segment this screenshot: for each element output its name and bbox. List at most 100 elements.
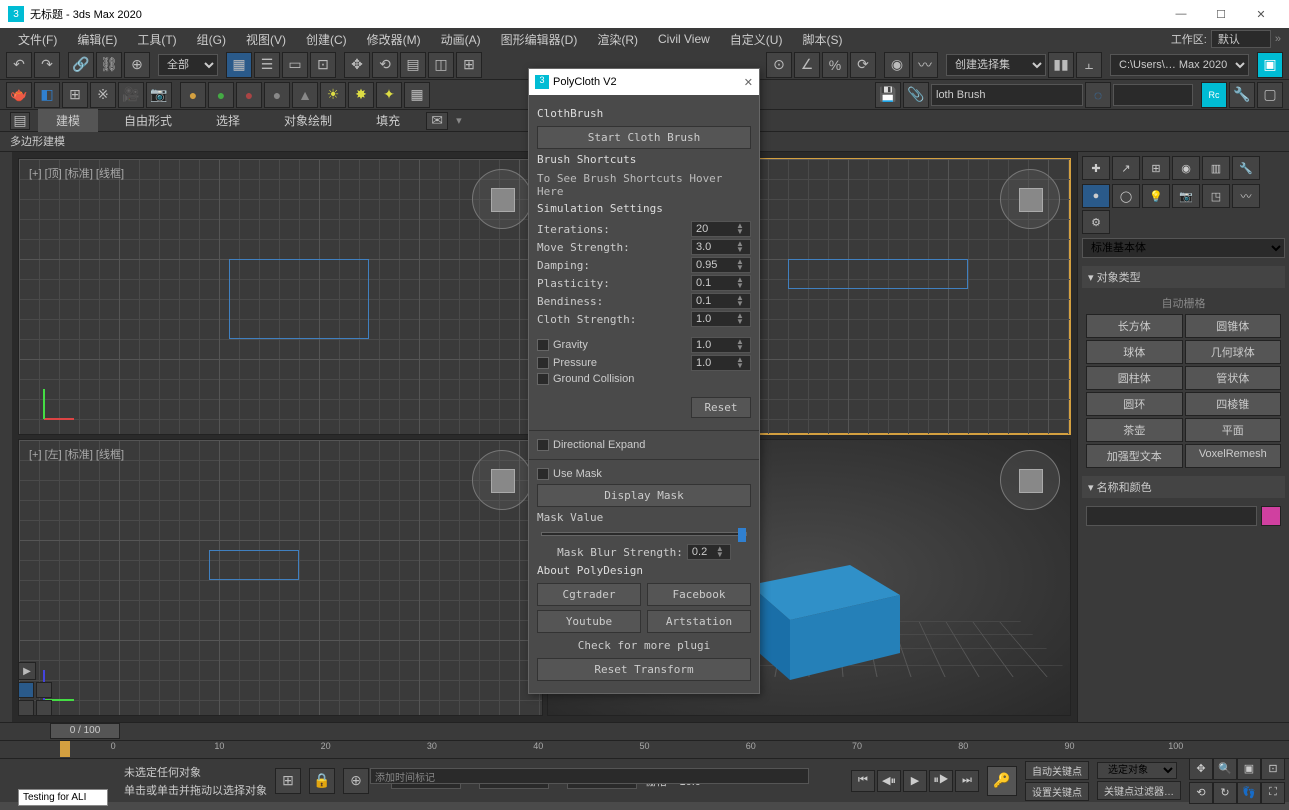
check-spinner-0[interactable]: 1.0▲▼: [691, 337, 751, 353]
link-cgtrader[interactable]: Cgtrader: [537, 583, 641, 606]
select-name-button[interactable]: ☰: [254, 52, 280, 78]
key-target-dropdown[interactable]: 选定对象: [1097, 762, 1177, 779]
play-strip-icon[interactable]: ▶: [18, 662, 36, 680]
cmd-tab-modify[interactable]: ↗: [1112, 156, 1140, 180]
nav-pan-button[interactable]: ✥: [1189, 758, 1213, 780]
cone-icon[interactable]: ▲: [292, 82, 318, 108]
selection-set-dropdown[interactable]: 创建选择集: [946, 54, 1046, 76]
vp-layout-4[interactable]: [36, 700, 52, 716]
camera-icon[interactable]: 🎥: [118, 82, 144, 108]
undo-button[interactable]: ↶: [6, 52, 32, 78]
cat-lights[interactable]: 💡: [1142, 184, 1170, 208]
render-button[interactable]: ▦: [404, 82, 430, 108]
viewport-left-label[interactable]: [+] [左] [标准] [线框]: [29, 446, 124, 462]
menu-render[interactable]: 渲染(R): [587, 31, 648, 48]
param-spinner-3[interactable]: 0.1▲▼: [691, 275, 751, 291]
nav-zoom-all-button[interactable]: ⊡: [1261, 758, 1285, 780]
check-more-link[interactable]: Check for more plugi: [537, 639, 751, 652]
play-button[interactable]: ▶: [903, 770, 927, 792]
cat-systems[interactable]: ⚙: [1082, 210, 1110, 234]
curve-editor-button[interactable]: 〰: [912, 52, 938, 78]
minimize-button[interactable]: —: [1161, 0, 1201, 28]
tab-freeform[interactable]: 自由形式: [106, 109, 190, 132]
lock-icon[interactable]: ⊞: [275, 768, 301, 794]
tab-paint[interactable]: 对象绘制: [266, 109, 350, 132]
align-button[interactable]: ⫠: [1076, 52, 1102, 78]
param-spinner-0[interactable]: 20▲▼: [691, 221, 751, 237]
param-spinner-4[interactable]: 0.1▲▼: [691, 293, 751, 309]
maximize-button[interactable]: ☐: [1201, 0, 1241, 28]
reset-transform-button[interactable]: Reset Transform: [537, 658, 751, 681]
obj-box[interactable]: 长方体: [1086, 314, 1183, 338]
check-spinner-1[interactable]: 1.0▲▼: [691, 355, 751, 371]
wrench-icon[interactable]: 🔧: [1229, 82, 1255, 108]
bind-button[interactable]: ⊕: [124, 52, 150, 78]
menu-graph[interactable]: 图形编辑器(D): [491, 31, 588, 48]
cat-shapes[interactable]: ◯: [1112, 184, 1140, 208]
vp-layout-1[interactable]: [18, 682, 34, 698]
percent-snap-button[interactable]: %: [822, 52, 848, 78]
menu-group[interactable]: 组(G): [187, 31, 236, 48]
prev-frame-button[interactable]: ◀⏸: [877, 770, 901, 792]
rollout-object-type[interactable]: ▾ 对象类型: [1082, 266, 1285, 288]
param-spinner-1[interactable]: 3.0▲▼: [691, 239, 751, 255]
obj-cylinder[interactable]: 圆柱体: [1086, 366, 1183, 390]
light-icon[interactable]: ☀: [320, 82, 346, 108]
link-youtube[interactable]: Youtube: [537, 610, 641, 633]
check-0[interactable]: Gravity: [537, 339, 687, 351]
maxscript-listener[interactable]: [18, 789, 108, 806]
angle-snap-button[interactable]: ∠: [794, 52, 820, 78]
close-button[interactable]: ✕: [1241, 0, 1281, 28]
directional-expand-checkbox[interactable]: Directional Expand: [537, 439, 751, 451]
obj-cone[interactable]: 圆锥体: [1185, 314, 1282, 338]
scale-button[interactable]: ▤: [400, 52, 426, 78]
workspace-dropdown[interactable]: 默认: [1211, 30, 1271, 48]
mask-blur-spinner[interactable]: 0.2▲▼: [687, 544, 731, 560]
rotate-button[interactable]: ⟲: [372, 52, 398, 78]
snapshot-button[interactable]: 📷: [146, 82, 172, 108]
nav-maximize-button[interactable]: ⛶: [1261, 782, 1285, 804]
teapot-icon[interactable]: 🫖: [6, 82, 32, 108]
sphere-red-icon[interactable]: ●: [236, 82, 262, 108]
spinner-icon[interactable]: ◌: [1085, 82, 1111, 108]
link-facebook[interactable]: Facebook: [647, 583, 751, 606]
viewport-top[interactable]: [+] [顶] [标准] [线框]: [18, 158, 543, 435]
ground-collision-checkbox[interactable]: Ground Collision: [537, 373, 751, 385]
mask-value-slider[interactable]: [541, 532, 747, 536]
menu-file[interactable]: 文件(F): [8, 31, 67, 48]
material-editor-button[interactable]: ◉: [884, 52, 910, 78]
tab-selection[interactable]: 选择: [198, 109, 258, 132]
obj-sphere[interactable]: 球体: [1086, 340, 1183, 364]
sphere-green-icon[interactable]: ●: [208, 82, 234, 108]
start-cloth-brush-button[interactable]: Start Cloth Brush: [537, 126, 751, 149]
cat-cameras[interactable]: 📷: [1172, 184, 1200, 208]
reset-button[interactable]: Reset: [691, 397, 751, 418]
use-mask-checkbox[interactable]: Use Mask: [537, 468, 751, 480]
link-artstation[interactable]: Artstation: [647, 610, 751, 633]
object-color-swatch[interactable]: [1261, 506, 1281, 526]
time-slider-bar[interactable]: 0 / 100: [0, 722, 1289, 740]
xform-type-icon[interactable]: ⊕: [343, 768, 369, 794]
viewcube-persp[interactable]: [1000, 450, 1060, 510]
snap-button[interactable]: ⊙: [766, 52, 792, 78]
param-spinner-5[interactable]: 1.0▲▼: [691, 311, 751, 327]
cat-spacewarps[interactable]: 〰: [1232, 184, 1260, 208]
key-mode-button[interactable]: 🔑: [987, 766, 1017, 796]
toolbar-search-input[interactable]: [931, 84, 1083, 106]
ribbon-toggle-button[interactable]: ▤: [10, 112, 30, 130]
link-button[interactable]: 🔗: [68, 52, 94, 78]
cat-geometry[interactable]: ●: [1082, 184, 1110, 208]
obj-torus[interactable]: 圆环: [1086, 392, 1183, 416]
check-1[interactable]: Pressure: [537, 357, 687, 369]
obj-plane[interactable]: 平面: [1185, 418, 1282, 442]
obj-voxelremesh[interactable]: VoxelRemesh: [1185, 444, 1282, 468]
unlink-button[interactable]: ⛓: [96, 52, 122, 78]
dialog-titlebar[interactable]: 3 PolyCloth V2 ✕: [529, 69, 759, 95]
filter-dropdown[interactable]: 全部: [158, 54, 218, 76]
max-tool-button[interactable]: ▣: [1257, 52, 1283, 78]
cmd-tab-hierarchy[interactable]: ⊞: [1142, 156, 1170, 180]
cmd-tab-utilities[interactable]: 🔧: [1232, 156, 1260, 180]
obj-geosphere[interactable]: 几何球体: [1185, 340, 1282, 364]
next-frame-button[interactable]: ⏸▶: [929, 770, 953, 792]
tab-modeling[interactable]: 建模: [38, 109, 98, 132]
